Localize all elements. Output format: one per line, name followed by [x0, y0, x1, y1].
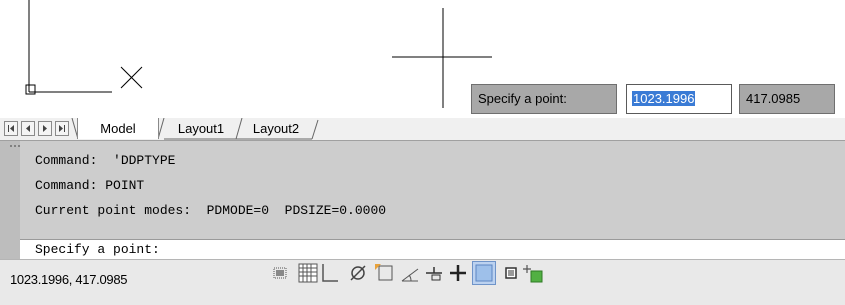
ucs-icon	[25, 0, 143, 95]
command-window-grip[interactable]	[0, 141, 20, 259]
command-history-line: Command: POINT	[35, 178, 145, 193]
dynamic-input-prompt: Specify a point:	[471, 84, 617, 114]
tab-layout2[interactable]: Layout2	[240, 118, 312, 139]
command-history-line: Current point modes: PDMODE=0 PDSIZE=0.0…	[35, 203, 387, 218]
command-history-line: Command: 'DDPTYPE	[35, 153, 176, 168]
layout-tab-strip: Model Layout1 Layout2	[0, 118, 845, 141]
grid-display-icon[interactable]	[296, 261, 320, 285]
infer-constraints-icon[interactable]	[268, 261, 292, 285]
object-snap-tracking-icon[interactable]	[422, 261, 446, 285]
command-prompt-text: Specify a point:	[35, 242, 160, 257]
show-lineweight-icon[interactable]	[472, 261, 496, 285]
command-window: Command: 'DDPTYPE Command: POINT Current…	[0, 141, 845, 259]
dynamic-ucs-icon[interactable]	[446, 261, 470, 285]
object-snap-icon[interactable]	[372, 261, 396, 285]
drawing-canvas[interactable]: Specify a point: 1023.1996 417.0985	[0, 0, 845, 118]
status-bar: 1023.1996, 417.0985	[0, 259, 845, 305]
command-line-input[interactable]: Specify a point:	[20, 239, 845, 259]
dynamic-input-y-field[interactable]: 417.0985	[739, 84, 835, 114]
coordinate-display[interactable]: 1023.1996, 417.0985	[10, 272, 128, 287]
ortho-mode-icon[interactable]	[318, 261, 342, 285]
3d-object-snap-icon[interactable]	[398, 261, 422, 285]
polar-tracking-icon[interactable]	[347, 261, 371, 285]
x-coordinate-value[interactable]: 1023.1996	[632, 91, 696, 106]
selection-cycling-icon[interactable]	[522, 261, 546, 285]
dynamic-input-x-field[interactable]: 1023.1996	[626, 84, 732, 114]
quick-properties-icon[interactable]	[499, 261, 523, 285]
tab-model[interactable]: Model	[77, 118, 159, 139]
tab-layout1[interactable]: Layout1	[165, 118, 237, 139]
command-history: Command: 'DDPTYPE Command: POINT Current…	[20, 141, 845, 239]
